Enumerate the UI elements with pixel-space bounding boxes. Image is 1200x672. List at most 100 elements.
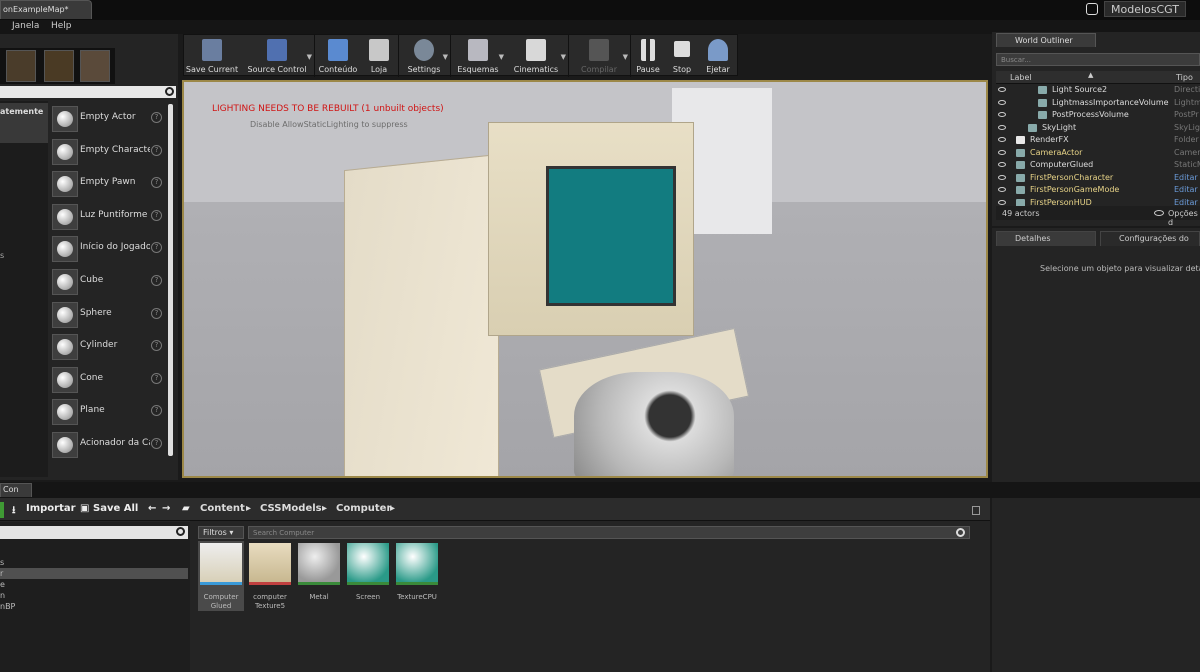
modes-search-input[interactable] <box>0 86 176 98</box>
place-item[interactable]: Empty Character? <box>50 137 166 167</box>
back-arrow-icon[interactable]: ← <box>148 503 156 514</box>
outliner-row[interactable]: ComputerGlued StaticM <box>996 159 1200 172</box>
place-mode-icon[interactable] <box>6 50 36 82</box>
place-item[interactable]: Empty Pawn? <box>50 169 166 199</box>
visibility-eye-icon[interactable] <box>998 199 1006 205</box>
col-type-header[interactable]: Tipo <box>1176 73 1193 82</box>
category-fragment[interactable]: s <box>0 251 4 260</box>
place-item[interactable]: Sphere? <box>50 300 166 330</box>
content-browser-tab[interactable]: Con <box>0 483 32 497</box>
breadcrumb-computer[interactable]: Computer <box>336 503 391 514</box>
folder-tree-item[interactable]: r <box>0 569 3 578</box>
modes-scrollbar[interactable] <box>168 104 173 456</box>
forward-arrow-icon[interactable]: → <box>162 503 170 514</box>
help-icon[interactable]: ? <box>151 242 162 254</box>
level-tab[interactable]: onExampleMap* <box>0 0 92 19</box>
help-icon[interactable]: ? <box>151 112 162 123</box>
world-outliner-tab[interactable]: World Outliner <box>996 33 1096 47</box>
visibility-eye-icon[interactable] <box>998 124 1006 130</box>
asset-tile[interactable]: computer Texture5 <box>247 541 293 611</box>
visibility-eye-icon[interactable] <box>998 162 1006 167</box>
save-all-button[interactable]: Save All <box>93 503 138 514</box>
add-new-button[interactable] <box>0 502 4 518</box>
place-item[interactable]: Luz Puntiforme? <box>50 202 166 232</box>
visibility-eye-icon[interactable] <box>998 174 1006 180</box>
place-item[interactable]: Acionador da Cai? <box>50 430 166 460</box>
visibility-eye-icon[interactable] <box>998 99 1006 105</box>
breadcrumb-cssmodels[interactable]: CSSModels <box>260 503 322 514</box>
folder-tree-item[interactable]: s <box>0 558 4 567</box>
breadcrumb-content[interactable]: Content <box>200 503 245 514</box>
cinematics-button[interactable]: Cinematics ▼ <box>506 35 566 77</box>
folder-search-input[interactable] <box>0 526 188 539</box>
settings-button[interactable]: Settings ▼ <box>400 35 448 77</box>
help-icon[interactable]: ? <box>151 209 162 221</box>
menu-help[interactable]: Help <box>51 20 72 34</box>
category-recently-placed[interactable]: atemente <box>0 103 48 143</box>
pause-button[interactable]: Pause <box>632 35 664 77</box>
visibility-eye-icon[interactable] <box>998 149 1006 155</box>
unreal-logo-icon <box>1086 3 1098 15</box>
content-button[interactable]: Conteúdo <box>316 35 360 77</box>
save-current-button[interactable]: Save Current <box>184 35 240 77</box>
stop-button[interactable]: Stop <box>666 35 698 77</box>
lock-icon[interactable] <box>972 506 980 515</box>
outliner-row[interactable]: FirstPersonGameMode Editar <box>996 184 1200 197</box>
import-button[interactable]: Importar <box>26 503 76 514</box>
folder-tree-item[interactable]: e <box>0 580 5 589</box>
outliner-row[interactable]: SkyLight SkyLigt <box>996 122 1200 135</box>
actor-type-icon <box>1038 111 1047 119</box>
build-button[interactable]: Compilar ▼ <box>570 35 628 77</box>
asset-search-input[interactable]: Search Computer <box>248 526 970 539</box>
help-icon[interactable]: ? <box>151 275 162 286</box>
help-icon[interactable]: ? <box>151 405 162 417</box>
asset-tile[interactable]: TextureCPU <box>394 541 440 611</box>
asset-tile[interactable]: Computer Glued <box>198 541 244 611</box>
outliner-row[interactable]: Light Source2 Directio <box>996 84 1200 97</box>
computer-tower-model[interactable] <box>344 153 499 476</box>
col-label-header[interactable]: Label <box>1010 73 1032 82</box>
place-item[interactable]: Cylinder? <box>50 332 166 362</box>
level-viewport[interactable]: LIGHTING NEEDS TO BE REBUILT (1 unbuilt … <box>182 80 988 478</box>
visibility-eye-icon[interactable] <box>998 87 1006 92</box>
outliner-row[interactable]: LightmassImportanceVolume Lightm <box>996 97 1200 110</box>
filters-button[interactable]: Filtros ▾ <box>198 526 244 539</box>
asset-tile[interactable]: Screen <box>345 541 391 611</box>
help-icon[interactable]: ? <box>151 438 162 449</box>
visibility-eye-icon[interactable] <box>998 112 1006 117</box>
menu-janela[interactable]: Janela <box>12 20 39 34</box>
place-item[interactable]: Cone? <box>50 365 166 395</box>
search-icon <box>176 527 185 536</box>
source-control-button[interactable]: Source Control ▼ <box>242 35 312 77</box>
outliner-search-input[interactable]: Buscar... <box>996 53 1200 66</box>
blueprints-button[interactable]: Esquemas ▼ <box>452 35 504 77</box>
folder-tree-item[interactable]: nBP <box>0 602 15 611</box>
place-item[interactable]: Cube? <box>50 267 166 297</box>
folder-tree-item[interactable]: n <box>0 591 5 600</box>
actor-type[interactable]: Editar <box>1174 173 1198 182</box>
view-options-button[interactable]: Opções d <box>1168 209 1200 227</box>
actor-name: LightmassImportanceVolume <box>1052 97 1169 107</box>
world-settings-tab[interactable]: Configurações do <box>1100 231 1200 246</box>
place-item[interactable]: Início do Jogador? <box>50 234 166 264</box>
marketplace-button[interactable]: Loja <box>362 35 396 77</box>
place-item[interactable]: Plane? <box>50 397 166 427</box>
foliage-mode-icon[interactable] <box>44 50 74 82</box>
help-icon[interactable]: ? <box>151 372 162 384</box>
outliner-row[interactable]: FirstPersonCharacter Editar <box>996 172 1200 185</box>
visibility-eye-icon[interactable] <box>998 137 1006 142</box>
details-tab[interactable]: Detalhes <box>996 231 1096 246</box>
geometry-mode-icon[interactable] <box>80 50 110 82</box>
outliner-row[interactable]: CameraActor Camera <box>996 147 1200 160</box>
visibility-eye-icon[interactable] <box>998 187 1006 192</box>
outliner-row[interactable]: PostProcessVolume PostPr <box>996 109 1200 122</box>
eject-button[interactable]: Ejetar <box>700 35 736 77</box>
help-icon[interactable]: ? <box>151 307 162 319</box>
asset-tile[interactable]: Metal <box>296 541 342 611</box>
place-item[interactable]: Empty Actor? <box>50 104 166 134</box>
help-icon[interactable]: ? <box>151 144 162 156</box>
outliner-row[interactable]: RenderFX Folder <box>996 134 1200 147</box>
help-icon[interactable]: ? <box>151 177 162 189</box>
actor-type[interactable]: Editar <box>1174 185 1198 194</box>
help-icon[interactable]: ? <box>151 340 162 352</box>
